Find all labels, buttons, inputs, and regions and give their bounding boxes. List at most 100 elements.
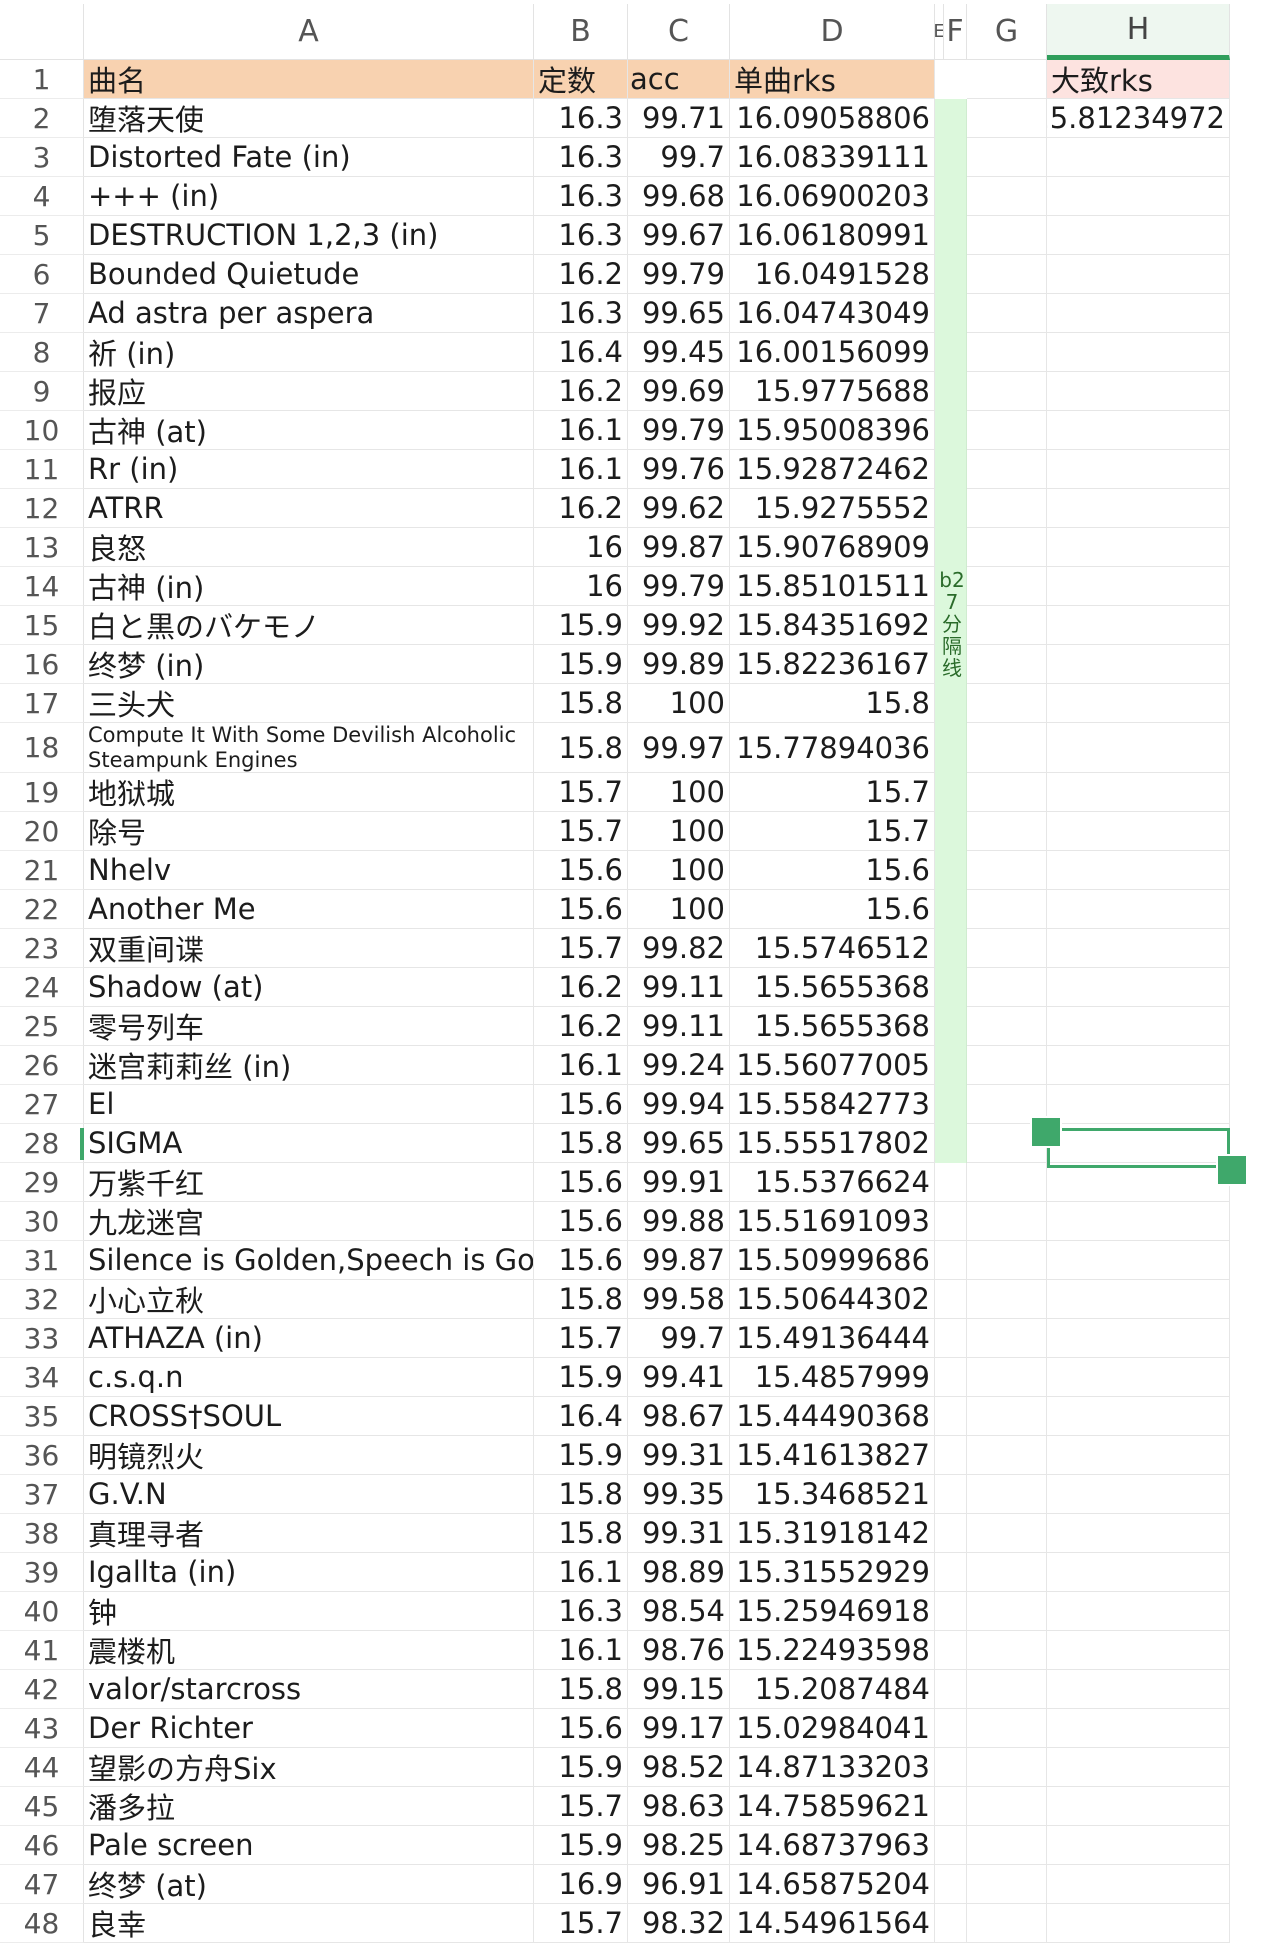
cell-h[interactable]	[1047, 1748, 1230, 1787]
row-header[interactable]: 45	[0, 1787, 84, 1826]
constant-cell[interactable]: 16.4	[534, 333, 628, 372]
song-name-cell[interactable]: 报应	[84, 372, 534, 411]
rks-cell[interactable]: 15.5746512	[730, 929, 935, 968]
song-name-cell[interactable]: Distorted Fate (in)	[84, 138, 534, 177]
row-header[interactable]: 7	[0, 294, 84, 333]
song-name-cell[interactable]: valor/starcross	[84, 1670, 534, 1709]
acc-cell[interactable]: 99.79	[628, 567, 730, 606]
song-name-cell[interactable]: Rr (in)	[84, 450, 534, 489]
cell-ef[interactable]	[935, 1202, 967, 1241]
acc-cell[interactable]: 99.65	[628, 1124, 730, 1163]
cell-ef[interactable]	[935, 1631, 967, 1670]
acc-cell[interactable]: 99.35	[628, 1475, 730, 1514]
constant-cell[interactable]: 16.1	[534, 1046, 628, 1085]
acc-cell[interactable]: 99.97	[628, 723, 730, 773]
cell-g[interactable]	[967, 1163, 1047, 1202]
row-header[interactable]: 40	[0, 1592, 84, 1631]
cell-g[interactable]	[967, 606, 1047, 645]
rks-cell[interactable]: 15.92872462	[730, 450, 935, 489]
cell-g[interactable]	[967, 1436, 1047, 1475]
acc-cell[interactable]: 99.7	[628, 138, 730, 177]
cell-g[interactable]	[967, 1865, 1047, 1904]
constant-cell[interactable]: 15.8	[534, 1670, 628, 1709]
row-header[interactable]: 39	[0, 1553, 84, 1592]
row-header[interactable]: 46	[0, 1826, 84, 1865]
constant-cell[interactable]: 15.8	[534, 723, 628, 773]
rks-cell[interactable]: 16.09058806	[730, 99, 935, 138]
rks-cell[interactable]: 15.2087484	[730, 1670, 935, 1709]
constant-cell[interactable]: 16	[534, 528, 628, 567]
constant-cell[interactable]: 16.3	[534, 294, 628, 333]
row-header[interactable]: 4	[0, 177, 84, 216]
song-name-cell[interactable]: El	[84, 1085, 534, 1124]
acc-cell[interactable]: 99.15	[628, 1670, 730, 1709]
cell-g[interactable]	[967, 723, 1047, 773]
cell-h[interactable]	[1047, 1475, 1230, 1514]
rks-cell[interactable]: 14.68737963	[730, 1826, 935, 1865]
song-name-cell[interactable]: 终梦 (in)	[84, 645, 534, 684]
row-header[interactable]: 43	[0, 1709, 84, 1748]
song-name-cell[interactable]: 震楼机	[84, 1631, 534, 1670]
constant-cell[interactable]: 15.8	[534, 684, 628, 723]
song-name-cell[interactable]: Another Me	[84, 890, 534, 929]
cell-g[interactable]	[967, 450, 1047, 489]
constant-cell[interactable]: 15.6	[534, 1202, 628, 1241]
cell-g[interactable]	[967, 177, 1047, 216]
cell-g[interactable]	[967, 411, 1047, 450]
row-header[interactable]: 5	[0, 216, 84, 255]
constant-cell[interactable]: 16.3	[534, 99, 628, 138]
rks-cell[interactable]: 15.50644302	[730, 1280, 935, 1319]
cell-h[interactable]	[1047, 294, 1230, 333]
acc-cell[interactable]: 100	[628, 890, 730, 929]
cell-h[interactable]	[1047, 411, 1230, 450]
row-header[interactable]: 6	[0, 255, 84, 294]
rks-cell[interactable]: 15.9275552	[730, 489, 935, 528]
cell-h[interactable]	[1047, 1787, 1230, 1826]
cell-g[interactable]	[967, 255, 1047, 294]
rks-cell[interactable]: 15.84351692	[730, 606, 935, 645]
cell-g[interactable]	[967, 773, 1047, 812]
song-name-cell[interactable]: c.s.q.n	[84, 1358, 534, 1397]
rks-cell[interactable]: 15.56077005	[730, 1046, 935, 1085]
acc-cell[interactable]: 99.68	[628, 177, 730, 216]
cell-h[interactable]	[1047, 255, 1230, 294]
acc-cell[interactable]: 99.87	[628, 1241, 730, 1280]
song-name-cell[interactable]: 白と黒のバケモノ	[84, 606, 534, 645]
cell-g[interactable]	[967, 60, 1047, 99]
constant-cell[interactable]: 15.6	[534, 1709, 628, 1748]
row-header[interactable]: 2	[0, 99, 84, 138]
rks-cell[interactable]: 15.50999686	[730, 1241, 935, 1280]
song-name-cell[interactable]: 良幸	[84, 1904, 534, 1943]
column-header-a[interactable]: A	[84, 4, 534, 60]
rks-cell[interactable]: 15.8	[730, 684, 935, 723]
cell-h[interactable]	[1047, 138, 1230, 177]
row-header[interactable]: 47	[0, 1865, 84, 1904]
cell-h[interactable]	[1047, 1436, 1230, 1475]
acc-cell[interactable]: 100	[628, 851, 730, 890]
cell-g[interactable]	[967, 929, 1047, 968]
song-name-cell[interactable]: Igallta (in)	[84, 1553, 534, 1592]
acc-cell[interactable]: 99.31	[628, 1514, 730, 1553]
constant-cell[interactable]: 15.8	[534, 1475, 628, 1514]
rks-cell[interactable]: 15.51691093	[730, 1202, 935, 1241]
cell-h[interactable]	[1047, 1241, 1230, 1280]
row-header[interactable]: 28	[0, 1124, 84, 1163]
acc-cell[interactable]: 99.65	[628, 294, 730, 333]
acc-cell[interactable]: 99.92	[628, 606, 730, 645]
rks-cell[interactable]: 15.02984041	[730, 1709, 935, 1748]
cell-g[interactable]	[967, 567, 1047, 606]
song-name-cell[interactable]: 零号列车	[84, 1007, 534, 1046]
cell-g[interactable]	[967, 1319, 1047, 1358]
selection-handle-bottom-right[interactable]	[1216, 1154, 1248, 1186]
row-header[interactable]: 16	[0, 645, 84, 684]
column-header-d[interactable]: D	[730, 4, 935, 60]
rks-cell[interactable]: 16.08339111	[730, 138, 935, 177]
cell-g[interactable]	[967, 1358, 1047, 1397]
constant-cell[interactable]: 16.2	[534, 372, 628, 411]
row-header[interactable]: 38	[0, 1514, 84, 1553]
cell-h[interactable]	[1047, 1670, 1230, 1709]
constant-cell[interactable]: 16.3	[534, 216, 628, 255]
constant-cell[interactable]: 15.6	[534, 1241, 628, 1280]
cell-g[interactable]	[967, 968, 1047, 1007]
cell-h[interactable]	[1047, 1631, 1230, 1670]
